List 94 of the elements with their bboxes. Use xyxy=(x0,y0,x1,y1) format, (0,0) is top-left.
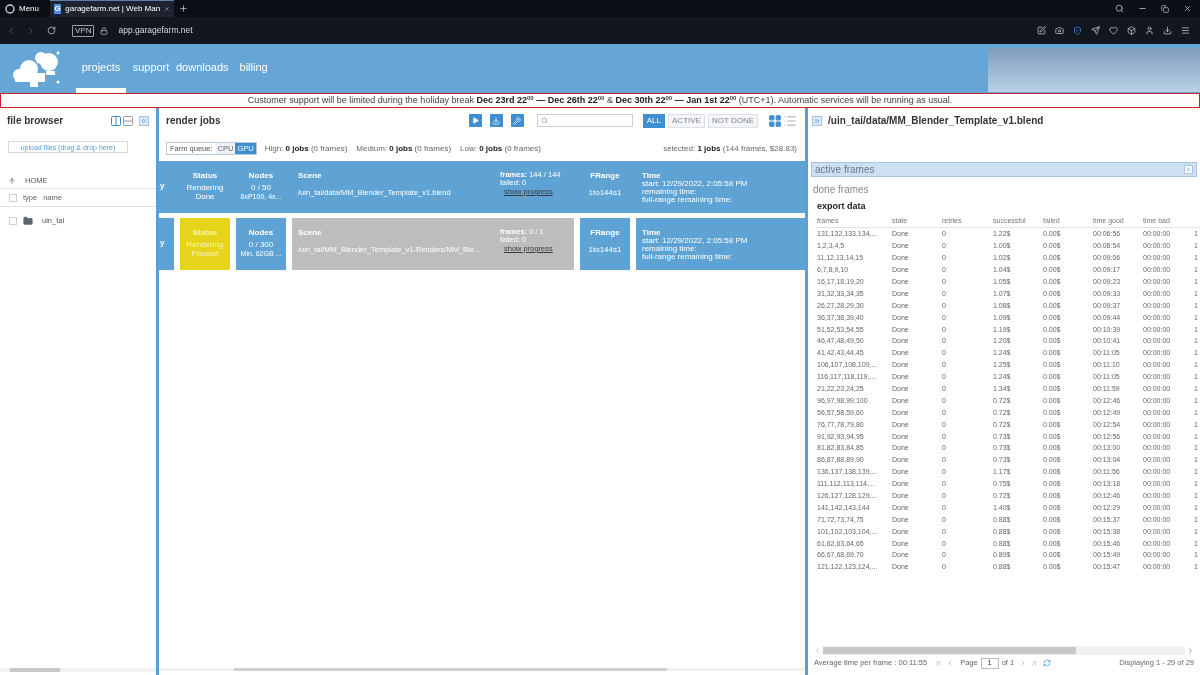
columns-layout-icon[interactable] xyxy=(110,114,122,127)
queue-stat: Low: 0 jobs (0 frames) xyxy=(460,142,541,155)
horizontal-scrollbar[interactable] xyxy=(823,646,1185,655)
ring-logo-icon xyxy=(5,3,15,14)
lock-icon xyxy=(100,26,109,35)
search-icon[interactable] xyxy=(1115,4,1124,13)
time-text: full-range remaining time: xyxy=(642,253,734,261)
job-row[interactable] xyxy=(159,218,805,270)
filter-tab[interactable]: ACTIVE xyxy=(668,113,705,128)
status-text: Rendering Done xyxy=(185,183,225,201)
horizontal-scrollbar[interactable] xyxy=(159,668,805,671)
column-heading: Status xyxy=(192,228,218,237)
section-header[interactable]: done frames xyxy=(813,183,869,195)
menu-button[interactable]: Menu xyxy=(0,0,44,17)
send-icon[interactable] xyxy=(1091,26,1100,35)
chevrons-down-icon[interactable] xyxy=(1184,165,1193,174)
cube-icon[interactable] xyxy=(1127,26,1136,35)
first-page-icon[interactable] xyxy=(935,659,944,667)
download-icon[interactable] xyxy=(489,114,503,127)
selection-summary: selected: 1 jobs (144 frames, $28.83) xyxy=(663,142,797,155)
expand-icon[interactable] xyxy=(812,115,822,126)
status-text: Rendering Paused xyxy=(185,240,225,258)
checkbox[interactable] xyxy=(9,217,17,225)
vpn-badge[interactable]: VPN xyxy=(72,24,95,37)
column-heading: y xyxy=(160,238,165,247)
notice-text: Customer support will be limited during the holiday break Dec 23rd 22$^{00}$ — Dec 26th 22$^{00}$ & Dec 30th 22$^{00}$ — Jan 1st 22$^{00}$ (UTC+1). Automatic services will be running as usual. xyxy=(247,93,953,107)
frame-range: 1to144s1 xyxy=(588,188,622,197)
column-heading: Status xyxy=(192,171,218,180)
last-page-icon[interactable] xyxy=(1030,659,1039,667)
search-icon xyxy=(540,117,548,124)
frame-range: 1to144s1 xyxy=(588,245,622,254)
scroll-right-icon[interactable] xyxy=(1187,647,1194,654)
time-text: start: 12/29/2022, 2:05:58 PM xyxy=(642,180,749,188)
scroll-left-icon[interactable] xyxy=(814,647,821,654)
nav-link[interactable]: billing xyxy=(228,44,279,93)
queue-stat: Medium: 0 jobs (0 frames) xyxy=(356,142,452,155)
heart-icon[interactable] xyxy=(1109,26,1118,35)
close-icon[interactable] xyxy=(164,5,170,13)
column-heading: FRange xyxy=(590,171,620,180)
refresh-icon[interactable] xyxy=(1043,659,1052,667)
panel-title: render jobs xyxy=(166,114,221,128)
time-text: start: 12/29/2022, 2:05:58 PM xyxy=(642,237,749,245)
panel-title: file browser xyxy=(7,114,64,128)
address-text[interactable]: app.garagefarm.net xyxy=(118,24,193,37)
column-heading: FRange xyxy=(590,228,620,237)
node-count: 0 / 300 xyxy=(248,240,274,249)
favicon-logo: G xyxy=(54,4,62,14)
job-title: /uin_tai/data/MM_Blender_Template_v1.blend xyxy=(828,114,1044,128)
column-heading: y xyxy=(160,181,165,190)
filter-tab[interactable]: ALL xyxy=(642,113,665,128)
new-tab-icon[interactable] xyxy=(179,4,188,13)
close-icon[interactable] xyxy=(1183,4,1192,13)
horizontal-scrollbar[interactable] xyxy=(0,668,156,672)
camera-icon[interactable] xyxy=(1055,26,1064,35)
column-heading: Time xyxy=(642,171,662,180)
time-text: full-range remaining time: xyxy=(642,196,734,204)
column-heading: Scene xyxy=(298,171,323,180)
user-icon[interactable] xyxy=(1145,26,1154,35)
download-icon[interactable] xyxy=(1163,26,1172,35)
menu-icon[interactable] xyxy=(1181,26,1190,35)
collapse-icon[interactable] xyxy=(139,115,149,126)
node-count: 0 / 50 xyxy=(251,183,271,192)
browser-tab[interactable]: G garagefarm.net | Web Man xyxy=(50,0,174,17)
column-heading: Scene xyxy=(298,228,323,237)
nav-link[interactable]: support xyxy=(126,44,176,93)
reload-icon[interactable] xyxy=(47,26,56,35)
edit-icon[interactable] xyxy=(1037,26,1046,35)
rows-layout-icon[interactable] xyxy=(122,114,134,127)
column-heading: Time xyxy=(642,228,662,237)
grid-view-icon[interactable] xyxy=(768,113,782,128)
time-text: remaining time: xyxy=(642,245,698,253)
queue-stat: High: 0 jobs (0 frames) xyxy=(264,142,348,155)
section-header[interactable]: active frames xyxy=(811,162,1197,177)
time-text: remaining time: xyxy=(642,188,698,196)
column-heading: Nodes xyxy=(248,228,274,237)
shield-icon[interactable] xyxy=(1073,26,1082,35)
job-row[interactable] xyxy=(159,161,805,213)
play-window-icon[interactable] xyxy=(468,114,482,127)
section-title: export data xyxy=(817,201,866,213)
search-field[interactable] xyxy=(536,114,633,127)
nav-link[interactable]: projects xyxy=(76,44,126,93)
arrow-up-icon[interactable] xyxy=(8,177,16,185)
filter-tab[interactable]: NOT DONE xyxy=(707,113,758,128)
checkbox[interactable] xyxy=(9,193,17,202)
column-heading: Nodes xyxy=(248,171,274,180)
list-view-icon[interactable] xyxy=(783,113,797,128)
wrench-icon[interactable] xyxy=(510,114,524,127)
tab-title: garagefarm.net | Web Man xyxy=(65,3,161,15)
folder-icon xyxy=(23,216,33,226)
cloud-logo xyxy=(12,49,62,87)
forward-icon[interactable] xyxy=(26,25,36,36)
nav-link[interactable]: downloads xyxy=(176,44,229,93)
restore-icon[interactable] xyxy=(1161,4,1169,13)
back-icon[interactable] xyxy=(6,25,16,36)
